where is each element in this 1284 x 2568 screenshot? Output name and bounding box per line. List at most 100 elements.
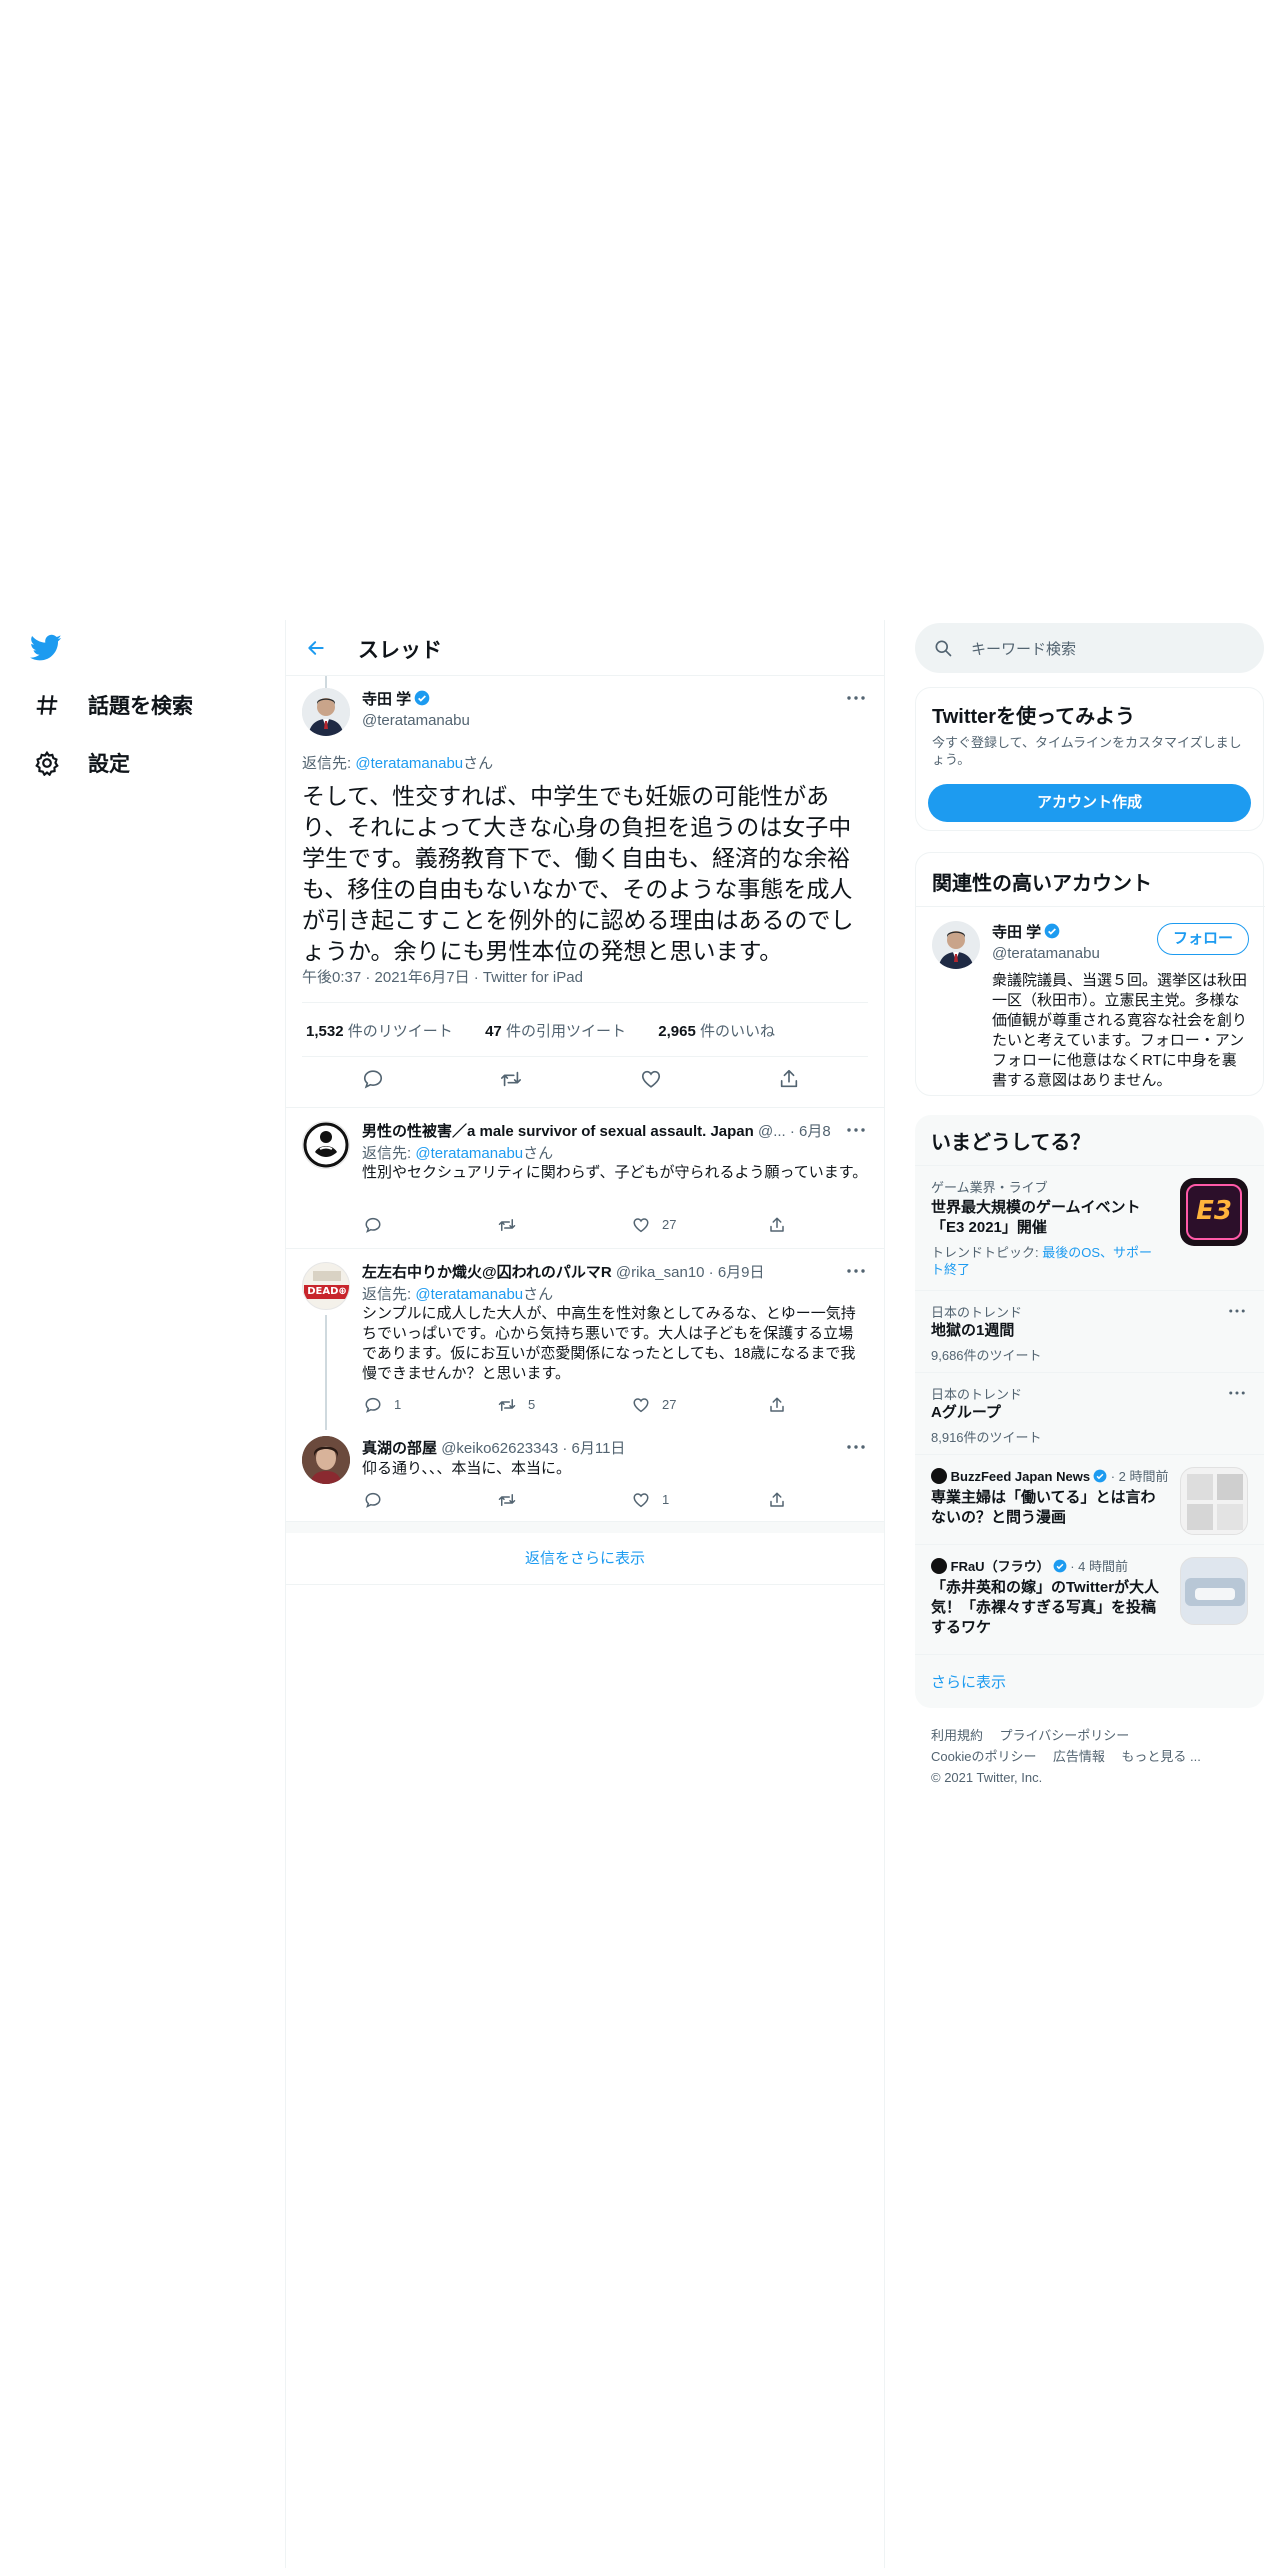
more-options-icon[interactable] [844,1435,868,1459]
reply-to-link[interactable]: @teratamanabu [415,1145,523,1162]
reply-to-line: 返信先: @teratamanabuさん [362,1286,554,1303]
footer-link-privacy[interactable]: プライバシーポリシー [999,1728,1129,1743]
reply-text: シンプルに成人した大人が、中高生を性対象としてみるな、とゆー一気持ちでいっぱいで… [362,1305,856,1382]
avatar-label: DEAD⊕ [304,1285,349,1299]
reply-icon[interactable] [360,1212,386,1238]
share-icon[interactable] [764,1392,790,1418]
reply-author-name[interactable]: 男性の性被害／a male survivor of sexual assault… [362,1123,754,1140]
avatar[interactable] [932,921,980,969]
verified-badge-icon [1053,1559,1067,1573]
divider [916,906,1265,907]
reply-date[interactable]: · 6月11日 [562,1440,625,1457]
trend-context: ゲーム業界・ライブ [931,1180,1048,1195]
show-more-trends[interactable]: さらに表示 [915,1654,1264,1708]
retweet-count: 5 [528,1397,536,1412]
share-icon[interactable] [776,1066,802,1092]
quote-stat[interactable]: 47 件の引用ツイート [485,1023,626,1040]
reply-suffix: さん [463,755,494,772]
more-options-icon[interactable] [1225,1299,1249,1323]
follow-button[interactable]: フォロー [1157,923,1249,955]
news-time: · 2 時間前 [1110,1469,1169,1484]
footer: 利用規約 プライバシーポリシー Cookieのポリシー 広告情報 もっと見る .… [931,1725,1251,1788]
trend-item[interactable]: ゲーム業界・ライブ 世界最大規模のゲームイベント「E3 2021」開催 トレンド… [915,1165,1264,1290]
like-count: 27 [662,1217,677,1232]
footer-link-ads[interactable]: 広告情報 [1053,1749,1105,1764]
like-icon[interactable] [628,1392,654,1418]
reply-to-link[interactable]: @teratamanabu [415,1286,523,1303]
tweet-meta[interactable]: 午後0:37 · 2021年6月7日 · Twitter for iPad [302,966,583,987]
nav-settings-label: 設定 [88,753,130,776]
search-placeholder: キーワード検索 [971,641,1077,658]
reply-to-link[interactable]: @teratamanabu [355,755,463,772]
retweet-icon[interactable] [494,1212,520,1238]
reply-tweet[interactable]: DEAD⊕ 左左右中りか熾火@囚われのパルマR @rika_san10 · 6月… [286,1248,884,1430]
news-title: 「赤井英和の嫁」のTwitterが大人気！「赤裸々すぎる写真」を投稿するワケ [931,1579,1160,1636]
more-options-icon[interactable] [1225,1381,1249,1405]
trends-card: いまどうしてる？ ゲーム業界・ライブ 世界最大規模のゲームイベント「E3 202… [915,1115,1264,1708]
news-item[interactable]: FRaU（フラウ） · 4 時間前 「赤井英和の嫁」のTwitterが大人気！「… [915,1544,1264,1654]
author-name[interactable]: 寺田 学 [362,691,411,708]
more-options-icon[interactable] [844,686,868,710]
like-icon[interactable] [628,1212,654,1238]
nav-explore[interactable]: 話題を検索 [30,688,193,722]
retweet-icon[interactable] [498,1066,524,1092]
source-logo-icon [931,1558,947,1574]
footer-link-terms[interactable]: 利用規約 [931,1728,983,1743]
share-icon[interactable] [764,1487,790,1513]
like-icon[interactable] [628,1487,654,1513]
reply-count: 1 [394,1397,402,1412]
like-count: 1 [662,1492,670,1507]
reply-text: 性別やセクシュアリティに関わらず、子どもが守られるよう願っています。 [362,1164,868,1181]
like-stat[interactable]: 2,965 件のいいね [658,1023,775,1040]
news-thumbnail [1180,1467,1248,1535]
avatar[interactable] [302,1121,350,1169]
retweet-stat[interactable]: 1,532 件のリツイート [306,1023,453,1040]
reply-text: 仰る通り、、、本当に、本当に。 [362,1460,571,1477]
reply-icon[interactable] [360,1392,386,1418]
avatar[interactable] [302,1436,350,1484]
main-tweet-author[interactable]: 寺田 学 @teratamanabu [362,688,470,729]
retweet-icon[interactable] [494,1392,520,1418]
more-options-icon[interactable] [844,1118,868,1142]
trend-context: 日本のトレンド [931,1387,1023,1402]
trend-image: E3 [1180,1178,1248,1246]
avatar[interactable] [302,688,350,736]
avatar[interactable]: DEAD⊕ [302,1262,350,1310]
trend-title: 世界最大規模のゲームイベント「E3 2021」開催 [931,1199,1141,1236]
like-icon[interactable] [638,1066,664,1092]
more-options-icon[interactable] [844,1259,868,1283]
nav-settings[interactable]: 設定 [30,746,130,780]
related-name[interactable]: 寺田 学 [992,924,1041,941]
divider [302,1002,868,1003]
show-more-link[interactable]: さらに表示 [931,1671,1006,1692]
share-icon[interactable] [764,1212,790,1238]
reply-date[interactable]: · 6月9日 [709,1264,765,1281]
create-account-button[interactable]: アカウント作成 [928,784,1251,822]
trend-item[interactable]: 日本のトレンド 地獄の1週間 9,686件のツイート [915,1290,1264,1372]
nav-explore-label: 話題を検索 [88,695,193,718]
reply-tweet[interactable]: 男性の性被害／a male survivor of sexual assault… [286,1107,884,1248]
footer-link-more[interactable]: もっと見る ... [1121,1749,1200,1764]
twitter-logo-icon[interactable] [30,634,64,662]
reply-date[interactable]: · 6月8日 [790,1123,832,1140]
reply-to-line: 返信先: @teratamanabuさん [302,752,493,773]
back-arrow-icon[interactable] [300,632,332,664]
reply-icon[interactable] [360,1487,386,1513]
copyright: © 2021 Twitter, Inc. [931,1770,1043,1785]
trend-item[interactable]: 日本のトレンド Aグループ 8,916件のツイート [915,1372,1264,1454]
related-accounts-card: 関連性の高いアカウント 寺田 学 @teratamanabu フォロー 衆議院議… [915,852,1265,1096]
reply-tweet[interactable]: 真湖の部屋 @keiko62623343 · 6月11日 仰る通り、、、本当に、… [286,1425,884,1521]
tweet-stats: 1,532 件のリツイート 47 件の引用ツイート 2,965 件のいいね [306,1020,775,1041]
reply-to-line: 返信先: @teratamanabuさん [362,1145,554,1162]
news-source: FRaU（フラウ） [950,1559,1050,1574]
reply-author-name[interactable]: 左左右中りか熾火@囚われのパルマR [362,1264,612,1281]
reply-author-name[interactable]: 真湖の部屋 [362,1440,437,1457]
footer-link-cookie[interactable]: Cookieのポリシー [931,1749,1036,1764]
show-more-replies-button[interactable]: 返信をさらに表示 [286,1533,884,1585]
verified-badge-icon [1093,1469,1107,1483]
search-box[interactable]: キーワード検索 [915,623,1264,673]
reply-icon[interactable] [360,1066,386,1092]
signup-card: Twitterを使ってみよう 今すぐ登録して、タイムラインをカスタマイズしましょ… [915,687,1264,831]
retweet-icon[interactable] [494,1487,520,1513]
news-item[interactable]: BuzzFeed Japan News · 2 時間前 専業主婦は「働いてる」と… [915,1454,1264,1544]
